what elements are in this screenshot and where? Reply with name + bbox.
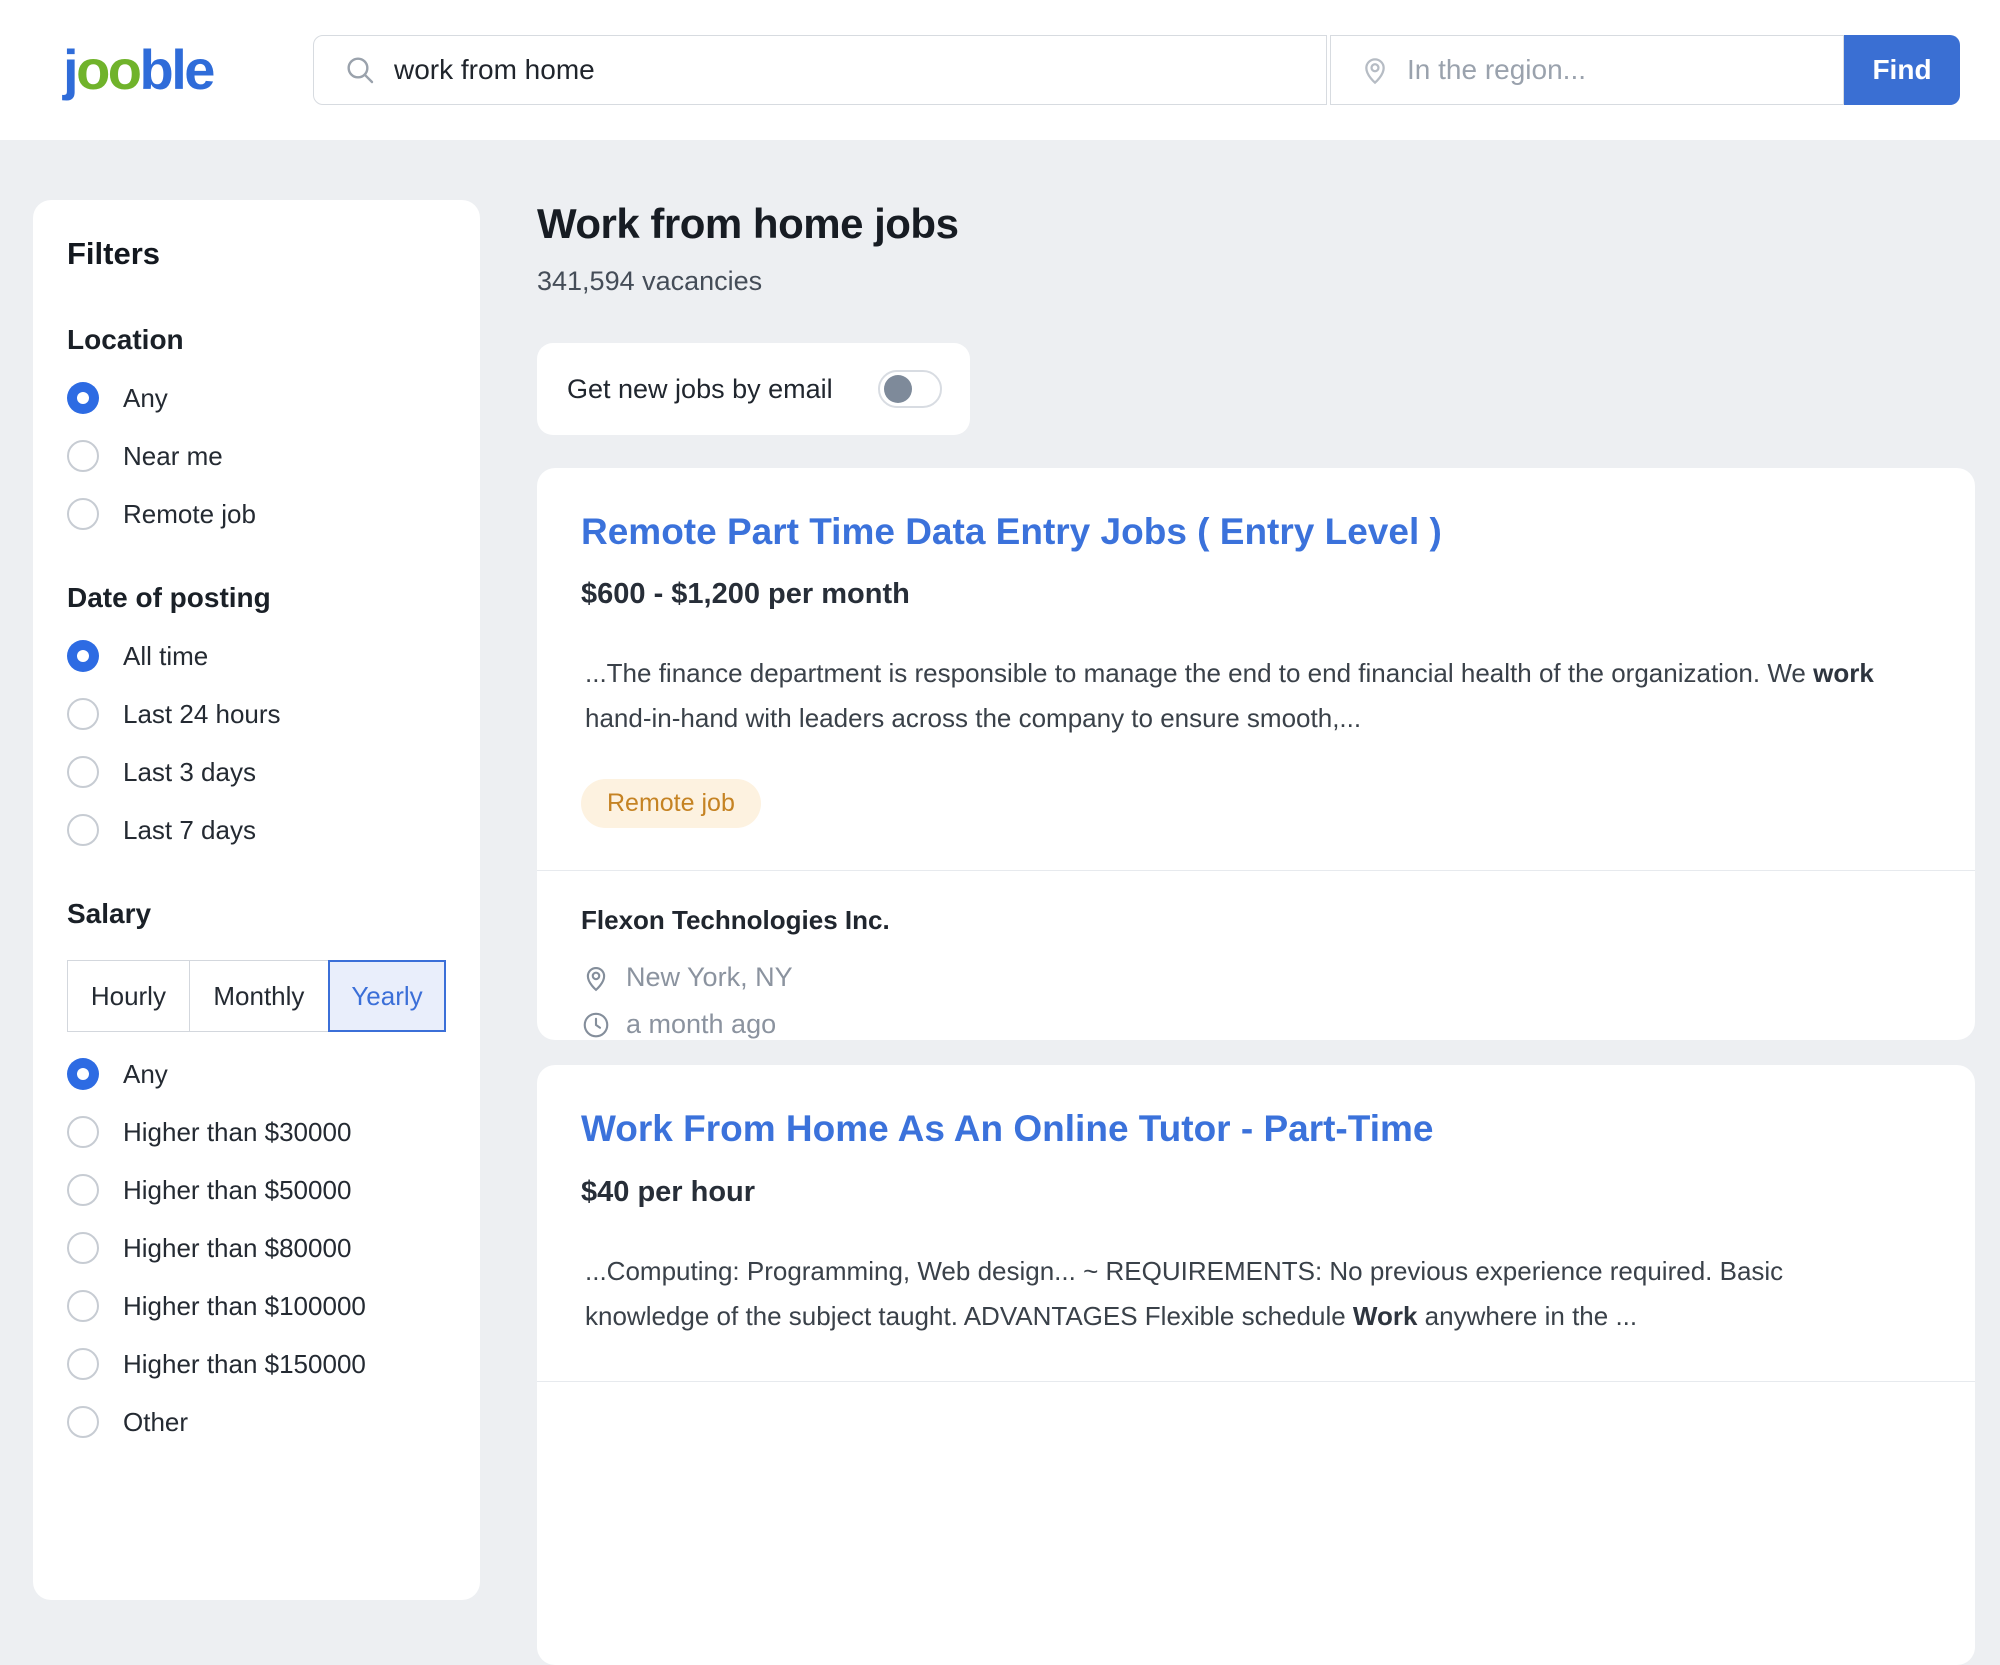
toggle-knob — [884, 375, 912, 403]
radio-salary-50000[interactable]: Higher than $50000 — [67, 1174, 446, 1206]
radio-location-near-me[interactable]: Near me — [67, 440, 446, 472]
keyword-field — [313, 35, 1327, 105]
job-card: Work From Home As An Online Tutor - Part… — [537, 1065, 1975, 1665]
radio-selected-icon[interactable] — [67, 1058, 99, 1090]
radio-label: Last 7 days — [123, 815, 256, 846]
radio-label: Higher than $30000 — [123, 1117, 351, 1148]
email-subscribe-toggle[interactable] — [878, 370, 942, 408]
radio-icon[interactable] — [67, 498, 99, 530]
salary-heading: Salary — [67, 898, 446, 930]
radio-label: Any — [123, 383, 168, 414]
job-location-row: New York, NY — [581, 962, 1931, 993]
filters-title: Filters — [67, 236, 446, 272]
job-salary: $40 per hour — [581, 1176, 1931, 1209]
desc-text: hand-in-hand with leaders across the com… — [585, 703, 1361, 733]
radio-date-all-time[interactable]: All time — [67, 640, 446, 672]
job-card: Remote Part Time Data Entry Jobs ( Entry… — [537, 468, 1975, 1040]
region-input[interactable] — [1407, 54, 1819, 86]
radio-label: All time — [123, 641, 208, 672]
logo-part-j: j — [63, 38, 76, 101]
email-subscribe-pill: Get new jobs by email — [537, 343, 970, 435]
desc-text: anywhere in the ... — [1417, 1301, 1637, 1331]
tab-monthly[interactable]: Monthly — [189, 960, 329, 1032]
radio-date-last-7-days[interactable]: Last 7 days — [67, 814, 446, 846]
search-icon — [344, 54, 376, 86]
radio-date-last-3-days[interactable]: Last 3 days — [67, 756, 446, 788]
company-name: Flexon Technologies Inc. — [581, 905, 1931, 936]
job-salary: $600 - $1,200 per month — [581, 578, 1931, 611]
job-title-link[interactable]: Remote Part Time Data Entry Jobs ( Entry… — [581, 510, 1442, 554]
radio-label: Remote job — [123, 499, 256, 530]
radio-icon[interactable] — [67, 1116, 99, 1148]
vacancies-count: 341,594 vacancies — [537, 266, 1975, 297]
radio-label: Higher than $100000 — [123, 1291, 366, 1322]
desc-text: ...The finance department is responsible… — [585, 658, 1813, 688]
radio-selected-icon[interactable] — [67, 382, 99, 414]
job-posted-row: a month ago — [581, 1009, 1931, 1040]
radio-label: Near me — [123, 441, 223, 472]
radio-icon[interactable] — [67, 1406, 99, 1438]
radio-icon[interactable] — [67, 698, 99, 730]
radio-label: Last 24 hours — [123, 699, 281, 730]
desc-highlight: Work — [1353, 1301, 1418, 1331]
radio-selected-icon[interactable] — [67, 640, 99, 672]
radio-icon[interactable] — [67, 1232, 99, 1264]
logo-part-ble: ble — [139, 38, 212, 101]
radio-label: Higher than $80000 — [123, 1233, 351, 1264]
radio-icon[interactable] — [67, 440, 99, 472]
salary-period-tabs: Hourly Monthly Yearly — [67, 960, 446, 1032]
date-of-posting-heading: Date of posting — [67, 582, 446, 614]
filters-panel: Filters Location Any Near me Remote job … — [33, 200, 480, 1600]
radio-salary-30000[interactable]: Higher than $30000 — [67, 1116, 446, 1148]
job-location: New York, NY — [626, 962, 793, 993]
header: jooble Find — [0, 0, 2000, 140]
email-subscribe-label: Get new jobs by email — [567, 374, 833, 405]
radio-label: Other — [123, 1407, 188, 1438]
radio-icon[interactable] — [67, 756, 99, 788]
remote-job-tag: Remote job — [581, 779, 761, 828]
radio-location-any[interactable]: Any — [67, 382, 446, 414]
tab-hourly[interactable]: Hourly — [67, 960, 190, 1032]
results-column: Work from home jobs 341,594 vacancies Ge… — [537, 200, 1975, 1665]
region-field — [1330, 35, 1844, 105]
radio-salary-other[interactable]: Other — [67, 1406, 446, 1438]
radio-label: Last 3 days — [123, 757, 256, 788]
radio-location-remote-job[interactable]: Remote job — [67, 498, 446, 530]
desc-highlight: work — [1813, 658, 1874, 688]
job-description: ...Computing: Programming, Web design...… — [581, 1249, 1881, 1339]
jooble-logo[interactable]: jooble — [63, 42, 253, 98]
radio-icon[interactable] — [67, 1348, 99, 1380]
tab-yearly[interactable]: Yearly — [328, 960, 446, 1032]
radio-icon[interactable] — [67, 1290, 99, 1322]
radio-label: Any — [123, 1059, 168, 1090]
job-description: ...The finance department is responsible… — [581, 651, 1881, 741]
radio-icon[interactable] — [67, 1174, 99, 1206]
radio-salary-100000[interactable]: Higher than $100000 — [67, 1290, 446, 1322]
radio-icon[interactable] — [67, 814, 99, 846]
job-posted: a month ago — [626, 1009, 776, 1040]
radio-date-last-24-hours[interactable]: Last 24 hours — [67, 698, 446, 730]
location-pin-icon — [1359, 54, 1391, 86]
search-input[interactable] — [394, 54, 1302, 86]
page-title: Work from home jobs — [537, 200, 1975, 248]
radio-salary-any[interactable]: Any — [67, 1058, 446, 1090]
radio-label: Higher than $150000 — [123, 1349, 366, 1380]
radio-salary-80000[interactable]: Higher than $80000 — [67, 1232, 446, 1264]
radio-label: Higher than $50000 — [123, 1175, 351, 1206]
card-divider — [537, 1381, 1975, 1382]
radio-salary-150000[interactable]: Higher than $150000 — [67, 1348, 446, 1380]
search-bar: Find — [313, 35, 1960, 105]
location-heading: Location — [67, 324, 446, 356]
job-title-link[interactable]: Work From Home As An Online Tutor - Part… — [581, 1107, 1433, 1151]
clock-icon — [581, 1010, 611, 1040]
location-pin-icon — [581, 963, 611, 993]
logo-part-oo: oo — [76, 38, 139, 101]
find-button[interactable]: Find — [1844, 35, 1960, 105]
